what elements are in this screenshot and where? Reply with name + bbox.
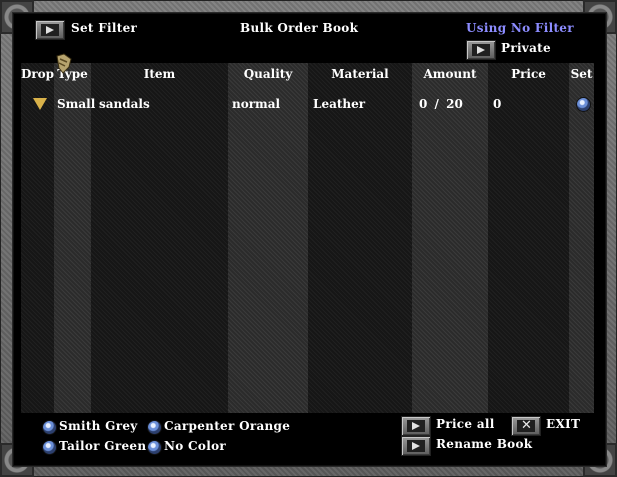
arrow-icon [407,440,425,452]
no-color-gem-icon[interactable] [147,440,162,455]
header-price: Price [511,67,546,81]
row-amount: 0 / 20 [419,97,463,111]
rename-book-button[interactable] [401,436,431,456]
set-filter-label: Set Filter [71,21,138,35]
row-price: 0 [493,97,502,111]
header-item: Item [143,67,176,81]
filter-status: Using No Filter [466,21,574,35]
close-icon [517,418,535,433]
col-drop [21,63,54,413]
price-all-button[interactable] [401,416,431,436]
header-material: Material [331,67,389,81]
arrow-icon [407,420,425,432]
col-type [54,63,91,413]
header-amount: Amount [423,67,477,81]
row-item: sandals [99,97,150,111]
col-quality [228,63,308,413]
exit-label: EXIT [546,417,581,431]
col-material [308,63,412,413]
exit-button[interactable] [511,416,541,436]
set-gem-icon[interactable] [576,97,591,112]
col-price [488,63,569,413]
header-drop: Drop [20,67,55,81]
rename-book-label: Rename Book [436,437,533,451]
drop-triangle-down-icon[interactable] [33,98,47,110]
col-amount [412,63,488,413]
header-quality: Quality [243,67,293,81]
carpenter-orange-gem-icon[interactable] [147,420,162,435]
private-label: Private [501,41,551,55]
filter-smith-grey[interactable]: Smith Grey [59,419,138,433]
col-item [91,63,228,413]
filter-tailor-green[interactable]: Tailor Green [59,439,146,453]
arrow-icon [472,44,490,56]
window-title: Bulk Order Book [240,21,359,35]
price-all-label: Price all [436,417,495,431]
scroll-cursor-icon [56,53,72,74]
arrow-icon [41,24,59,36]
smith-grey-gem-icon[interactable] [42,420,57,435]
set-filter-button[interactable] [35,20,65,40]
row-type: Small [57,97,96,111]
private-toggle-button[interactable] [466,40,496,60]
filter-no-color[interactable]: No Color [164,439,226,453]
header-set: Set [570,67,593,81]
row-material: Leather [313,97,366,111]
col-set [569,63,594,413]
filter-carpenter-orange[interactable]: Carpenter Orange [164,419,290,433]
tailor-green-gem-icon[interactable] [42,440,57,455]
row-quality: normal [232,97,281,111]
